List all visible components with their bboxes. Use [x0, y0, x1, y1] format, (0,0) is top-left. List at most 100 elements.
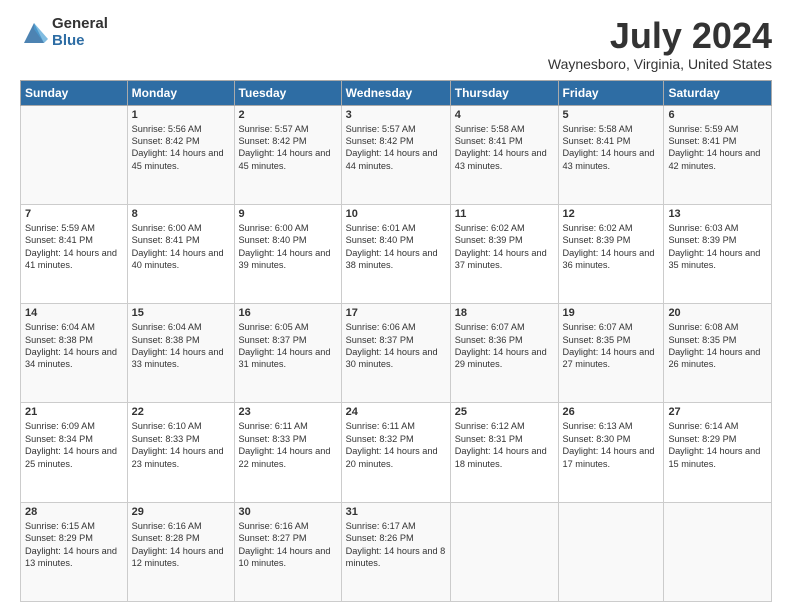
cell-info: Sunrise: 6:13 AM Sunset: 8:30 PM Dayligh… — [563, 420, 660, 470]
day-number: 21 — [25, 406, 123, 418]
calendar-cell: 26 Sunrise: 6:13 AM Sunset: 8:30 PM Dayli… — [558, 403, 664, 502]
calendar-cell: 6 Sunrise: 5:59 AM Sunset: 8:41 PM Daylig… — [664, 105, 772, 204]
day-number: 3 — [346, 109, 446, 121]
cell-info: Sunrise: 6:07 AM Sunset: 8:36 PM Dayligh… — [455, 321, 554, 371]
calendar-cell: 4 Sunrise: 5:58 AM Sunset: 8:41 PM Daylig… — [450, 105, 558, 204]
day-header-saturday: Saturday — [664, 80, 772, 105]
calendar-cell: 22 Sunrise: 6:10 AM Sunset: 8:33 PM Dayli… — [127, 403, 234, 502]
calendar-cell: 13 Sunrise: 6:03 AM Sunset: 8:39 PM Dayli… — [664, 204, 772, 303]
calendar-cell: 30 Sunrise: 6:16 AM Sunset: 8:27 PM Dayli… — [234, 502, 341, 601]
day-number: 11 — [455, 208, 554, 220]
day-number: 14 — [25, 307, 123, 319]
day-number: 19 — [563, 307, 660, 319]
day-number: 13 — [668, 208, 767, 220]
calendar-cell: 29Sunrise: 6:16 AM Sunset: 8:28 PM Dayli… — [127, 502, 234, 601]
header: General Blue July 2024 Waynesboro, Virgi… — [20, 16, 772, 72]
cell-info: Sunrise: 6:16 AM Sunset: 8:27 PM Dayligh… — [239, 520, 337, 570]
day-number: 30 — [239, 506, 337, 518]
calendar-cell: 1 Sunrise: 5:56 AM Sunset: 8:42 PM Daylig… — [127, 105, 234, 204]
cell-info: Sunrise: 5:59 AM Sunset: 8:41 PM Dayligh… — [668, 123, 767, 173]
cell-info: Sunrise: 6:11 AM Sunset: 8:32 PM Dayligh… — [346, 420, 446, 470]
main-title: July 2024 — [548, 16, 772, 56]
cell-info: Sunrise: 6:04 AM Sunset: 8:38 PM Dayligh… — [25, 321, 123, 371]
calendar-cell: 31Sunrise: 6:17 AM Sunset: 8:26 PM Dayli… — [341, 502, 450, 601]
cell-info: Sunrise: 6:10 AM Sunset: 8:33 PM Dayligh… — [132, 420, 230, 470]
calendar-cell: 19 Sunrise: 6:07 AM Sunset: 8:35 PM Dayli… — [558, 304, 664, 403]
title-block: July 2024 Waynesboro, Virginia, United S… — [548, 16, 772, 72]
calendar-cell — [558, 502, 664, 601]
day-number: 8 — [132, 208, 230, 220]
cell-info: Sunrise: 6:08 AM Sunset: 8:35 PM Dayligh… — [668, 321, 767, 371]
cell-info: Sunrise: 6:05 AM Sunset: 8:37 PM Dayligh… — [239, 321, 337, 371]
day-number: 16 — [239, 307, 337, 319]
page: General Blue July 2024 Waynesboro, Virgi… — [0, 0, 792, 612]
calendar-week-row: 7Sunrise: 5:59 AM Sunset: 8:41 PM Daylig… — [21, 204, 772, 303]
cell-info: Sunrise: 6:03 AM Sunset: 8:39 PM Dayligh… — [668, 222, 767, 272]
day-number: 22 — [132, 406, 230, 418]
cell-info: Sunrise: 6:06 AM Sunset: 8:37 PM Dayligh… — [346, 321, 446, 371]
cell-info: Sunrise: 6:16 AM Sunset: 8:28 PM Dayligh… — [132, 520, 230, 570]
calendar-cell: 18 Sunrise: 6:07 AM Sunset: 8:36 PM Dayli… — [450, 304, 558, 403]
day-number: 1 — [132, 109, 230, 121]
day-number: 12 — [563, 208, 660, 220]
calendar-cell: 24 Sunrise: 6:11 AM Sunset: 8:32 PM Dayli… — [341, 403, 450, 502]
cell-info: Sunrise: 5:58 AM Sunset: 8:41 PM Dayligh… — [455, 123, 554, 173]
cell-info: Sunrise: 6:02 AM Sunset: 8:39 PM Dayligh… — [563, 222, 660, 272]
day-number: 24 — [346, 406, 446, 418]
calendar-week-row: 28 Sunrise: 6:15 AM Sunset: 8:29 PM Dayli… — [21, 502, 772, 601]
day-number: 27 — [668, 406, 767, 418]
day-number: 17 — [346, 307, 446, 319]
calendar-cell — [450, 502, 558, 601]
day-number: 23 — [239, 406, 337, 418]
calendar-cell: 14 Sunrise: 6:04 AM Sunset: 8:38 PM Dayli… — [21, 304, 128, 403]
cell-info: Sunrise: 6:00 AM Sunset: 8:41 PM Dayligh… — [132, 222, 230, 272]
cell-info: Sunrise: 5:57 AM Sunset: 8:42 PM Dayligh… — [239, 123, 337, 173]
cell-info: Sunrise: 6:00 AM Sunset: 8:40 PM Dayligh… — [239, 222, 337, 272]
logo-blue: Blue — [52, 33, 108, 50]
cell-info: Sunrise: 6:04 AM Sunset: 8:38 PM Dayligh… — [132, 321, 230, 371]
calendar-cell: 9Sunrise: 6:00 AM Sunset: 8:40 PM Daylig… — [234, 204, 341, 303]
calendar-cell: 20 Sunrise: 6:08 AM Sunset: 8:35 PM Dayli… — [664, 304, 772, 403]
calendar-cell — [21, 105, 128, 204]
calendar-cell: 16 Sunrise: 6:05 AM Sunset: 8:37 PM Dayli… — [234, 304, 341, 403]
day-number: 25 — [455, 406, 554, 418]
day-number: 20 — [668, 307, 767, 319]
calendar-cell: 2 Sunrise: 5:57 AM Sunset: 8:42 PM Daylig… — [234, 105, 341, 204]
calendar-cell: 21Sunrise: 6:09 AM Sunset: 8:34 PM Dayli… — [21, 403, 128, 502]
cell-info: Sunrise: 5:59 AM Sunset: 8:41 PM Dayligh… — [25, 222, 123, 272]
calendar-cell: 7Sunrise: 5:59 AM Sunset: 8:41 PM Daylig… — [21, 204, 128, 303]
calendar-cell: 23Sunrise: 6:11 AM Sunset: 8:33 PM Dayli… — [234, 403, 341, 502]
day-number: 5 — [563, 109, 660, 121]
cell-info: Sunrise: 6:12 AM Sunset: 8:31 PM Dayligh… — [455, 420, 554, 470]
calendar-week-row: 21Sunrise: 6:09 AM Sunset: 8:34 PM Dayli… — [21, 403, 772, 502]
day-number: 2 — [239, 109, 337, 121]
calendar-cell — [664, 502, 772, 601]
day-header-sunday: Sunday — [21, 80, 128, 105]
calendar-cell: 25 Sunrise: 6:12 AM Sunset: 8:31 PM Dayli… — [450, 403, 558, 502]
cell-info: Sunrise: 6:01 AM Sunset: 8:40 PM Dayligh… — [346, 222, 446, 272]
day-number: 10 — [346, 208, 446, 220]
day-number: 6 — [668, 109, 767, 121]
cell-info: Sunrise: 5:57 AM Sunset: 8:42 PM Dayligh… — [346, 123, 446, 173]
logo-text: General Blue — [52, 16, 108, 49]
day-header-tuesday: Tuesday — [234, 80, 341, 105]
calendar-cell: 3 Sunrise: 5:57 AM Sunset: 8:42 PM Daylig… — [341, 105, 450, 204]
cell-info: Sunrise: 5:58 AM Sunset: 8:41 PM Dayligh… — [563, 123, 660, 173]
calendar-cell: 5 Sunrise: 5:58 AM Sunset: 8:41 PM Daylig… — [558, 105, 664, 204]
day-number: 4 — [455, 109, 554, 121]
cell-info: Sunrise: 5:56 AM Sunset: 8:42 PM Dayligh… — [132, 123, 230, 173]
logo-icon — [20, 19, 48, 47]
cell-info: Sunrise: 6:15 AM Sunset: 8:29 PM Dayligh… — [25, 520, 123, 570]
day-number: 18 — [455, 307, 554, 319]
day-number: 26 — [563, 406, 660, 418]
calendar-cell: 15Sunrise: 6:04 AM Sunset: 8:38 PM Dayli… — [127, 304, 234, 403]
calendar-cell: 8 Sunrise: 6:00 AM Sunset: 8:41 PM Daylig… — [127, 204, 234, 303]
calendar-week-row: 14 Sunrise: 6:04 AM Sunset: 8:38 PM Dayli… — [21, 304, 772, 403]
calendar-cell: 27Sunrise: 6:14 AM Sunset: 8:29 PM Dayli… — [664, 403, 772, 502]
day-number: 28 — [25, 506, 123, 518]
calendar-cell: 28 Sunrise: 6:15 AM Sunset: 8:29 PM Dayli… — [21, 502, 128, 601]
day-header-wednesday: Wednesday — [341, 80, 450, 105]
cell-info: Sunrise: 6:07 AM Sunset: 8:35 PM Dayligh… — [563, 321, 660, 371]
calendar-header-row: SundayMondayTuesdayWednesdayThursdayFrid… — [21, 80, 772, 105]
cell-info: Sunrise: 6:02 AM Sunset: 8:39 PM Dayligh… — [455, 222, 554, 272]
